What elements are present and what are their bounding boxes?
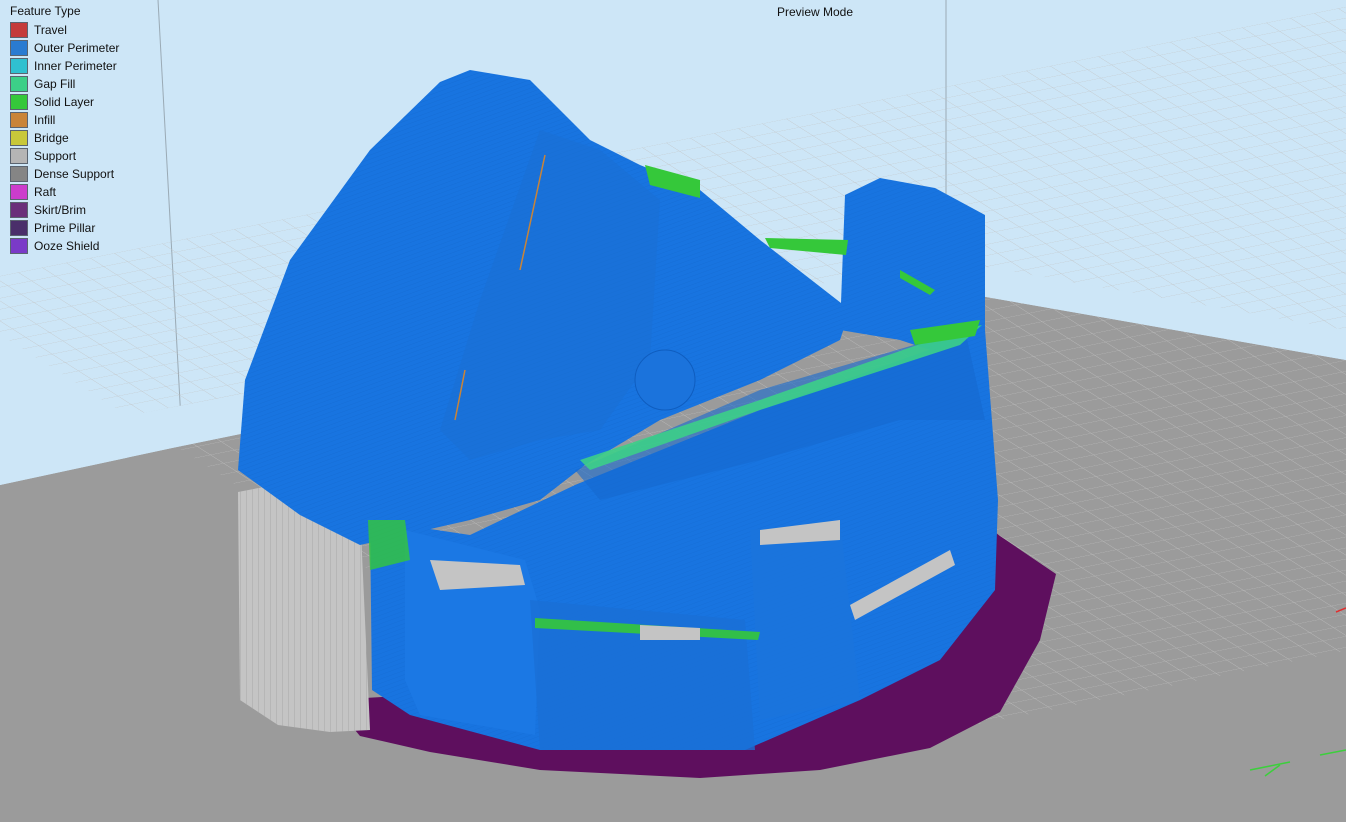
legend-item: Support bbox=[10, 147, 119, 165]
prime-pillar-swatch bbox=[10, 220, 28, 236]
legend-item-label: Inner Perimeter bbox=[34, 59, 117, 73]
solid-layer-swatch bbox=[10, 94, 28, 110]
legend-item-label: Outer Perimeter bbox=[34, 41, 120, 55]
legend-item: Dense Support bbox=[10, 165, 119, 183]
skirt-brim-swatch bbox=[10, 202, 28, 218]
legend-item: Inner Perimeter bbox=[10, 57, 119, 75]
legend-item: Gap Fill bbox=[10, 75, 119, 93]
legend-item: Solid Layer bbox=[10, 93, 119, 111]
legend-item-label: Skirt/Brim bbox=[34, 203, 86, 217]
ooze-shield-swatch bbox=[10, 238, 28, 254]
legend-items: Travel Outer Perimeter Inner Perimeter Gap … bbox=[10, 21, 119, 255]
support-swatch bbox=[10, 148, 28, 164]
legend-item: Raft bbox=[10, 183, 119, 201]
legend-item: Outer Perimeter bbox=[10, 39, 119, 57]
preview-mode-label: Preview Mode bbox=[777, 5, 854, 19]
legend-item: Infill bbox=[10, 111, 119, 129]
legend-item: Prime Pillar bbox=[10, 219, 119, 237]
inner-perimeter-swatch bbox=[10, 58, 28, 74]
legend-item-label: Travel bbox=[34, 23, 67, 37]
gap-fill-swatch bbox=[10, 76, 28, 92]
legend-item-label: Infill bbox=[34, 113, 56, 127]
legend-item-label: Bridge bbox=[34, 131, 69, 145]
legend-item: Skirt/Brim bbox=[10, 201, 119, 219]
legend-title: Feature Type bbox=[10, 4, 81, 18]
legend-item: Ooze Shield bbox=[10, 237, 119, 255]
travel-swatch bbox=[10, 22, 28, 38]
3d-preview-viewport[interactable]: Feature Type Travel Outer Perimeter Inner … bbox=[0, 0, 1346, 822]
bridge-swatch bbox=[10, 130, 28, 146]
legend-item-label: Prime Pillar bbox=[34, 221, 96, 235]
raft-swatch bbox=[10, 184, 28, 200]
legend-item: Bridge bbox=[10, 129, 119, 147]
legend-item-label: Gap Fill bbox=[34, 77, 76, 91]
legend-item-label: Dense Support bbox=[34, 167, 115, 181]
legend-item-label: Ooze Shield bbox=[34, 239, 100, 253]
infill-swatch bbox=[10, 112, 28, 128]
legend-item-label: Support bbox=[34, 149, 77, 163]
dense-support-swatch bbox=[10, 166, 28, 182]
outer-perimeter-swatch bbox=[10, 40, 28, 56]
preview-scene[interactable] bbox=[0, 0, 1346, 822]
legend-item-label: Raft bbox=[34, 185, 57, 199]
legend-item: Travel bbox=[10, 21, 119, 39]
legend-item-label: Solid Layer bbox=[34, 95, 95, 109]
feature-type-legend: Feature Type Travel Outer Perimeter Inner … bbox=[10, 4, 119, 255]
